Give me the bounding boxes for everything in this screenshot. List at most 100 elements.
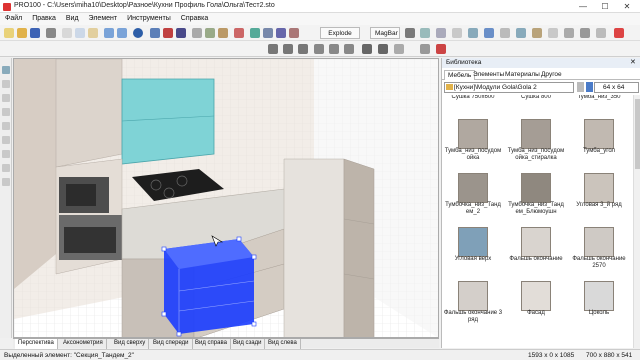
align-center-icon[interactable] — [283, 44, 293, 54]
tab-front-view[interactable]: Вид спереди — [150, 339, 193, 349]
light-icon[interactable] — [234, 28, 244, 38]
pan-tool-icon[interactable] — [2, 122, 10, 130]
minimize-button[interactable]: — — [572, 0, 594, 13]
tab-back-view[interactable]: Вид сзади — [230, 339, 266, 349]
tool-b-icon[interactable] — [420, 28, 430, 38]
library-item[interactable]: Угловая верх — [442, 223, 504, 275]
library-item[interactable]: Тумба_низ_посудом ойка_стиралка — [505, 115, 567, 167]
render-icon[interactable] — [176, 28, 186, 38]
menu-file[interactable]: Файл — [0, 13, 27, 25]
copy-icon[interactable] — [75, 28, 85, 38]
tool-g-icon[interactable] — [500, 28, 510, 38]
open-folder-icon[interactable] — [17, 28, 27, 38]
maximize-button[interactable]: ☐ — [594, 0, 616, 13]
thumb-size-select[interactable]: 64 x 64 — [594, 82, 639, 93]
tool-e-icon[interactable] — [468, 28, 478, 38]
group-icon[interactable] — [362, 44, 372, 54]
measure-tool-icon[interactable] — [2, 150, 10, 158]
align-right-icon[interactable] — [298, 44, 308, 54]
zoom-icon[interactable] — [150, 28, 160, 38]
lock-icon[interactable] — [394, 44, 404, 54]
select-tool-icon[interactable] — [2, 66, 10, 74]
menu-tools[interactable]: Инструменты — [122, 13, 176, 25]
tool-i-icon[interactable] — [532, 28, 542, 38]
library-item[interactable]: Фальшь окончание 2570 — [568, 223, 630, 275]
rotate-icon[interactable] — [329, 44, 339, 54]
view-mode-icon[interactable] — [586, 82, 593, 92]
3d-viewport[interactable] — [13, 58, 439, 338]
menu-edit[interactable]: Правка — [27, 13, 61, 25]
tab-perspective[interactable]: Перспектива — [15, 339, 58, 349]
globe-icon[interactable] — [133, 28, 143, 38]
explode-button[interactable]: Explode — [320, 27, 360, 39]
library-item[interactable]: Тумба_низ_посудом ойка — [442, 115, 504, 167]
scrollbar-thumb[interactable] — [635, 99, 640, 169]
delete-icon[interactable] — [163, 28, 173, 38]
tab-other[interactable]: Другое — [538, 70, 565, 80]
tool-c-icon[interactable] — [436, 28, 446, 38]
new-file-icon[interactable] — [4, 28, 14, 38]
snap-icon[interactable] — [420, 44, 430, 54]
ungroup-icon[interactable] — [378, 44, 388, 54]
close-button[interactable]: ✕ — [616, 0, 638, 13]
align-left-icon[interactable] — [268, 44, 278, 54]
library-item[interactable]: Сушка 750x600 — [442, 95, 504, 113]
tool-j-icon[interactable] — [548, 28, 558, 38]
library-item[interactable]: Фальшь окончание 3 ряд — [442, 277, 504, 329]
tool-m-icon[interactable] — [596, 28, 606, 38]
paste-icon[interactable] — [88, 28, 98, 38]
camera-icon[interactable] — [263, 28, 273, 38]
library-item[interactable]: Цоколь — [568, 277, 630, 329]
view3d-icon[interactable] — [276, 28, 286, 38]
library-close-icon[interactable]: ✕ — [630, 58, 636, 68]
library-item[interactable]: Тумбочка_низ_Танд ем_Блюмоушн — [505, 169, 567, 221]
magbar-button[interactable]: MagBar — [370, 27, 400, 39]
tool-l-icon[interactable] — [580, 28, 590, 38]
library-item-label: Фальшь окончание 2570 — [572, 256, 626, 269]
rotate-tool-icon[interactable] — [2, 94, 10, 102]
settings-icon[interactable] — [289, 28, 299, 38]
texture-icon[interactable] — [218, 28, 228, 38]
library-item-label: Угловая верх — [454, 256, 492, 262]
delete-element-icon[interactable] — [436, 44, 446, 54]
library-item[interactable]: Тумбочка_низ_Танд ем_2 — [442, 169, 504, 221]
mirror-icon[interactable] — [344, 44, 354, 54]
tab-top-view[interactable]: Вид сверху — [111, 339, 150, 349]
menu-view[interactable]: Вид — [61, 13, 84, 25]
text-tool-icon[interactable] — [2, 178, 10, 186]
tab-left-view[interactable]: Вид слева — [265, 339, 301, 349]
tool-a-icon[interactable] — [405, 28, 415, 38]
tab-materials[interactable]: Материалы — [502, 70, 543, 80]
tool-k-icon[interactable] — [564, 28, 574, 38]
library-item[interactable]: Угловая 3_й ряд — [568, 169, 630, 221]
cut-icon[interactable] — [62, 28, 72, 38]
tool-f-icon[interactable] — [484, 28, 494, 38]
light-tool-icon[interactable] — [2, 164, 10, 172]
tab-right-view[interactable]: Вид справа — [192, 339, 231, 349]
orbit-tool-icon[interactable] — [2, 136, 10, 144]
library-item[interactable]: Тумба_угол — [568, 115, 630, 167]
library-item[interactable]: Тумба_низ_350 — [568, 95, 630, 113]
move-tool-icon[interactable] — [2, 80, 10, 88]
undo-icon[interactable] — [104, 28, 114, 38]
layers-icon[interactable] — [192, 28, 202, 38]
library-item[interactable]: Сушка 800 — [505, 95, 567, 113]
menu-element[interactable]: Элемент — [84, 13, 123, 25]
distribute-icon[interactable] — [314, 44, 324, 54]
redo-icon[interactable] — [117, 28, 127, 38]
tab-axonometry[interactable]: Аксонометрия — [60, 339, 107, 349]
library-item[interactable]: Фасад — [505, 277, 567, 329]
library-path-select[interactable]: [Кухни]\Модули Gola\Gola 2 — [444, 82, 574, 93]
menu-help[interactable]: Справка — [176, 13, 213, 25]
zoom-tool-icon[interactable] — [2, 108, 10, 116]
print-icon[interactable] — [46, 28, 56, 38]
material-icon[interactable] — [205, 28, 215, 38]
tool-d-icon[interactable] — [452, 28, 462, 38]
folder-up-icon[interactable] — [577, 82, 584, 92]
measure-icon[interactable] — [250, 28, 260, 38]
stop-icon[interactable] — [614, 28, 624, 38]
save-icon[interactable] — [30, 28, 40, 38]
library-item[interactable]: Фальшь окончание — [505, 223, 567, 275]
tool-h-icon[interactable] — [516, 28, 526, 38]
library-scrollbar[interactable] — [633, 95, 640, 348]
